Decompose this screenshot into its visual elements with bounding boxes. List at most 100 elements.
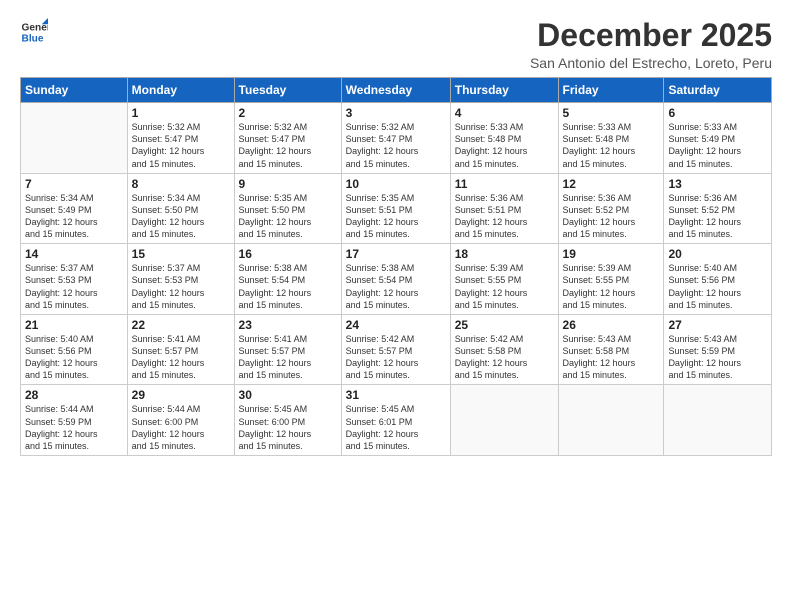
svg-text:Blue: Blue: [22, 33, 44, 44]
table-row: [558, 385, 664, 456]
day-info: Sunrise: 5:39 AM Sunset: 5:55 PM Dayligh…: [455, 262, 554, 311]
table-row: 28Sunrise: 5:44 AM Sunset: 5:59 PM Dayli…: [21, 385, 128, 456]
day-info: Sunrise: 5:32 AM Sunset: 5:47 PM Dayligh…: [132, 121, 230, 170]
day-number: 3: [346, 106, 446, 120]
day-number: 16: [239, 247, 337, 261]
day-info: Sunrise: 5:42 AM Sunset: 5:57 PM Dayligh…: [346, 333, 446, 382]
day-info: Sunrise: 5:38 AM Sunset: 5:54 PM Dayligh…: [346, 262, 446, 311]
day-number: 31: [346, 388, 446, 402]
main-title: December 2025: [530, 18, 772, 53]
table-row: 25Sunrise: 5:42 AM Sunset: 5:58 PM Dayli…: [450, 314, 558, 385]
table-row: 17Sunrise: 5:38 AM Sunset: 5:54 PM Dayli…: [341, 244, 450, 315]
day-info: Sunrise: 5:45 AM Sunset: 6:00 PM Dayligh…: [239, 403, 337, 452]
page: General Blue December 2025 San Antonio d…: [0, 0, 792, 612]
calendar: Sunday Monday Tuesday Wednesday Thursday…: [20, 77, 772, 456]
table-row: [450, 385, 558, 456]
table-row: 30Sunrise: 5:45 AM Sunset: 6:00 PM Dayli…: [234, 385, 341, 456]
header-tuesday: Tuesday: [234, 78, 341, 103]
day-info: Sunrise: 5:32 AM Sunset: 5:47 PM Dayligh…: [239, 121, 337, 170]
table-row: 18Sunrise: 5:39 AM Sunset: 5:55 PM Dayli…: [450, 244, 558, 315]
day-info: Sunrise: 5:39 AM Sunset: 5:55 PM Dayligh…: [563, 262, 660, 311]
table-row: 16Sunrise: 5:38 AM Sunset: 5:54 PM Dayli…: [234, 244, 341, 315]
table-row: 9Sunrise: 5:35 AM Sunset: 5:50 PM Daylig…: [234, 173, 341, 244]
day-info: Sunrise: 5:43 AM Sunset: 5:58 PM Dayligh…: [563, 333, 660, 382]
table-row: 1Sunrise: 5:32 AM Sunset: 5:47 PM Daylig…: [127, 103, 234, 174]
table-row: 3Sunrise: 5:32 AM Sunset: 5:47 PM Daylig…: [341, 103, 450, 174]
table-row: 31Sunrise: 5:45 AM Sunset: 6:01 PM Dayli…: [341, 385, 450, 456]
title-section: December 2025 San Antonio del Estrecho, …: [530, 18, 772, 71]
header-monday: Monday: [127, 78, 234, 103]
table-row: 14Sunrise: 5:37 AM Sunset: 5:53 PM Dayli…: [21, 244, 128, 315]
day-info: Sunrise: 5:42 AM Sunset: 5:58 PM Dayligh…: [455, 333, 554, 382]
day-number: 25: [455, 318, 554, 332]
day-info: Sunrise: 5:34 AM Sunset: 5:49 PM Dayligh…: [25, 192, 123, 241]
day-info: Sunrise: 5:40 AM Sunset: 5:56 PM Dayligh…: [668, 262, 767, 311]
calendar-week-row: 14Sunrise: 5:37 AM Sunset: 5:53 PM Dayli…: [21, 244, 772, 315]
day-info: Sunrise: 5:38 AM Sunset: 5:54 PM Dayligh…: [239, 262, 337, 311]
day-number: 18: [455, 247, 554, 261]
day-info: Sunrise: 5:40 AM Sunset: 5:56 PM Dayligh…: [25, 333, 123, 382]
day-info: Sunrise: 5:37 AM Sunset: 5:53 PM Dayligh…: [132, 262, 230, 311]
day-number: 19: [563, 247, 660, 261]
table-row: 26Sunrise: 5:43 AM Sunset: 5:58 PM Dayli…: [558, 314, 664, 385]
day-number: 14: [25, 247, 123, 261]
day-info: Sunrise: 5:43 AM Sunset: 5:59 PM Dayligh…: [668, 333, 767, 382]
table-row: 2Sunrise: 5:32 AM Sunset: 5:47 PM Daylig…: [234, 103, 341, 174]
day-info: Sunrise: 5:35 AM Sunset: 5:50 PM Dayligh…: [239, 192, 337, 241]
day-info: Sunrise: 5:37 AM Sunset: 5:53 PM Dayligh…: [25, 262, 123, 311]
table-row: 27Sunrise: 5:43 AM Sunset: 5:59 PM Dayli…: [664, 314, 772, 385]
day-number: 15: [132, 247, 230, 261]
table-row: 10Sunrise: 5:35 AM Sunset: 5:51 PM Dayli…: [341, 173, 450, 244]
header-row: General Blue December 2025 San Antonio d…: [20, 18, 772, 71]
table-row: [664, 385, 772, 456]
day-number: 6: [668, 106, 767, 120]
calendar-week-row: 7Sunrise: 5:34 AM Sunset: 5:49 PM Daylig…: [21, 173, 772, 244]
calendar-week-row: 28Sunrise: 5:44 AM Sunset: 5:59 PM Dayli…: [21, 385, 772, 456]
header-thursday: Thursday: [450, 78, 558, 103]
day-info: Sunrise: 5:44 AM Sunset: 6:00 PM Dayligh…: [132, 403, 230, 452]
day-number: 26: [563, 318, 660, 332]
day-info: Sunrise: 5:33 AM Sunset: 5:49 PM Dayligh…: [668, 121, 767, 170]
day-info: Sunrise: 5:36 AM Sunset: 5:51 PM Dayligh…: [455, 192, 554, 241]
day-info: Sunrise: 5:35 AM Sunset: 5:51 PM Dayligh…: [346, 192, 446, 241]
table-row: 13Sunrise: 5:36 AM Sunset: 5:52 PM Dayli…: [664, 173, 772, 244]
day-info: Sunrise: 5:34 AM Sunset: 5:50 PM Dayligh…: [132, 192, 230, 241]
table-row: 19Sunrise: 5:39 AM Sunset: 5:55 PM Dayli…: [558, 244, 664, 315]
table-row: 4Sunrise: 5:33 AM Sunset: 5:48 PM Daylig…: [450, 103, 558, 174]
table-row: 21Sunrise: 5:40 AM Sunset: 5:56 PM Dayli…: [21, 314, 128, 385]
day-number: 28: [25, 388, 123, 402]
calendar-header-row: Sunday Monday Tuesday Wednesday Thursday…: [21, 78, 772, 103]
day-number: 8: [132, 177, 230, 191]
day-info: Sunrise: 5:36 AM Sunset: 5:52 PM Dayligh…: [668, 192, 767, 241]
table-row: 20Sunrise: 5:40 AM Sunset: 5:56 PM Dayli…: [664, 244, 772, 315]
header-sunday: Sunday: [21, 78, 128, 103]
day-info: Sunrise: 5:41 AM Sunset: 5:57 PM Dayligh…: [239, 333, 337, 382]
table-row: 29Sunrise: 5:44 AM Sunset: 6:00 PM Dayli…: [127, 385, 234, 456]
calendar-week-row: 21Sunrise: 5:40 AM Sunset: 5:56 PM Dayli…: [21, 314, 772, 385]
day-number: 1: [132, 106, 230, 120]
day-number: 12: [563, 177, 660, 191]
day-number: 10: [346, 177, 446, 191]
day-number: 13: [668, 177, 767, 191]
day-info: Sunrise: 5:44 AM Sunset: 5:59 PM Dayligh…: [25, 403, 123, 452]
day-number: 22: [132, 318, 230, 332]
day-info: Sunrise: 5:33 AM Sunset: 5:48 PM Dayligh…: [563, 121, 660, 170]
table-row: 8Sunrise: 5:34 AM Sunset: 5:50 PM Daylig…: [127, 173, 234, 244]
day-number: 29: [132, 388, 230, 402]
day-number: 23: [239, 318, 337, 332]
day-info: Sunrise: 5:36 AM Sunset: 5:52 PM Dayligh…: [563, 192, 660, 241]
day-number: 11: [455, 177, 554, 191]
day-number: 4: [455, 106, 554, 120]
subtitle: San Antonio del Estrecho, Loreto, Peru: [530, 55, 772, 71]
day-number: 7: [25, 177, 123, 191]
day-number: 9: [239, 177, 337, 191]
day-info: Sunrise: 5:45 AM Sunset: 6:01 PM Dayligh…: [346, 403, 446, 452]
day-number: 17: [346, 247, 446, 261]
table-row: 7Sunrise: 5:34 AM Sunset: 5:49 PM Daylig…: [21, 173, 128, 244]
day-number: 30: [239, 388, 337, 402]
table-row: 22Sunrise: 5:41 AM Sunset: 5:57 PM Dayli…: [127, 314, 234, 385]
header-wednesday: Wednesday: [341, 78, 450, 103]
table-row: 12Sunrise: 5:36 AM Sunset: 5:52 PM Dayli…: [558, 173, 664, 244]
header-saturday: Saturday: [664, 78, 772, 103]
table-row: 11Sunrise: 5:36 AM Sunset: 5:51 PM Dayli…: [450, 173, 558, 244]
